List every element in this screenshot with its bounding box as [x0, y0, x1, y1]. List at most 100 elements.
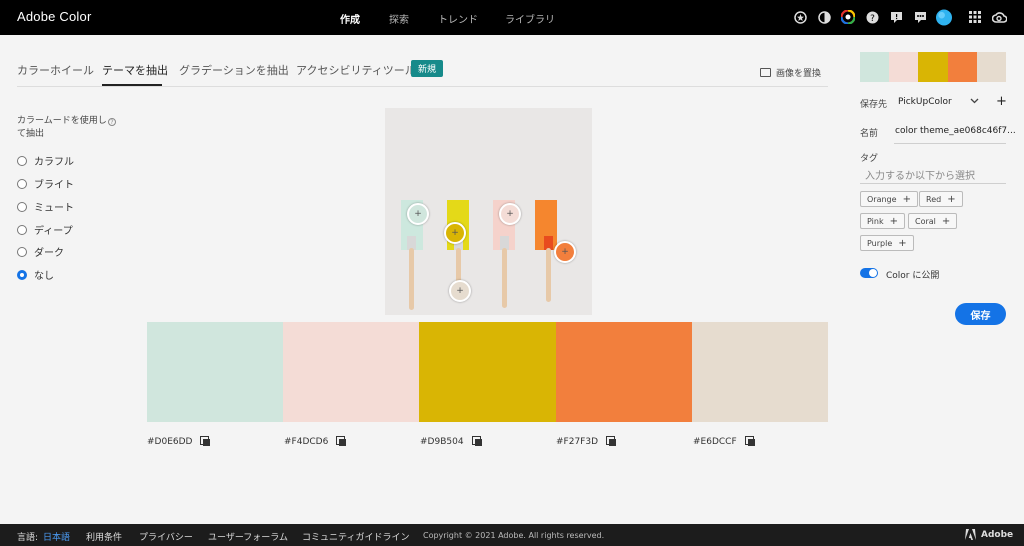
- tab-color-wheel[interactable]: カラーホイール: [17, 62, 94, 78]
- tab-extract-theme[interactable]: テーマを抽出: [102, 62, 168, 78]
- top-navigation-bar: Adobe Color 作成 探索 トレンド ライブラリ ?: [0, 0, 1024, 35]
- plus-icon: +: [902, 193, 911, 205]
- mood-option-label: なし: [34, 271, 54, 282]
- hex-value-3: #D9B504: [420, 436, 482, 447]
- tab-extract-gradient[interactable]: グラデーションを抽出: [179, 62, 289, 78]
- publish-label: Color に公開: [886, 271, 940, 281]
- apps-grid-icon[interactable]: [967, 9, 983, 25]
- name-field-underline: [894, 143, 1006, 144]
- footer-link-terms[interactable]: 利用条件: [86, 530, 122, 543]
- brush-handle: [546, 248, 551, 302]
- library-select[interactable]: PickUpColor: [898, 97, 952, 107]
- color-picker-1[interactable]: +: [407, 203, 429, 225]
- mood-none-radio[interactable]: なし: [17, 267, 54, 282]
- hex-value-2: #F4DCD6: [284, 436, 347, 447]
- swatch-5[interactable]: [691, 322, 829, 422]
- tag-chip-pink[interactable]: Pink +: [860, 213, 905, 229]
- hex-value-4: #F27F3D: [556, 436, 617, 447]
- nav-explore[interactable]: 探索: [389, 11, 409, 26]
- publish-toggle[interactable]: [860, 268, 878, 278]
- feedback-icon[interactable]: [912, 9, 928, 25]
- language-select[interactable]: 日本語: [43, 530, 70, 543]
- copy-icon[interactable]: [336, 436, 347, 446]
- mood-option-label: ミュート: [34, 203, 74, 214]
- swatch-2[interactable]: [283, 322, 420, 422]
- mood-muted-radio[interactable]: ミュート: [17, 199, 74, 214]
- color-picker-5[interactable]: +: [449, 280, 471, 302]
- color-picker-2[interactable]: +: [499, 203, 521, 225]
- preview-swatch-5: [976, 52, 1007, 82]
- hex-code[interactable]: #E6DCCF: [693, 437, 737, 447]
- tag-chip-coral[interactable]: Coral +: [908, 213, 958, 229]
- footer-link-forum[interactable]: ユーザーフォーラム: [208, 530, 288, 543]
- hex-code[interactable]: #F4DCD6: [284, 437, 328, 447]
- preview-swatch-4: [947, 52, 977, 82]
- plus-icon: +: [947, 193, 956, 205]
- nav-trends[interactable]: トレンド: [438, 11, 478, 26]
- footer: 言語: 日本語 利用条件 プライバシー ユーザーフォーラム コミュニティガイドラ…: [0, 524, 1024, 546]
- settings-icon[interactable]: [792, 9, 808, 25]
- copy-icon[interactable]: [744, 436, 755, 446]
- app-title[interactable]: Adobe Color: [17, 9, 91, 24]
- tab-accessibility-tools[interactable]: アクセシビリティツール: [296, 62, 416, 78]
- copy-icon[interactable]: [606, 436, 617, 446]
- color-picker-4[interactable]: +: [554, 241, 576, 263]
- copy-icon[interactable]: [471, 436, 482, 446]
- mood-option-label: ブライト: [34, 180, 74, 191]
- creative-cloud-icon[interactable]: [991, 9, 1007, 25]
- swatch-4[interactable]: [555, 322, 692, 422]
- image-icon: [760, 68, 771, 77]
- mood-dark-radio[interactable]: ダーク: [17, 244, 64, 259]
- add-library-button[interactable]: +: [996, 94, 1007, 109]
- hex-code[interactable]: #D0E6DD: [147, 437, 192, 447]
- replace-image-button[interactable]: 画像を置換: [760, 66, 821, 79]
- notification-icon[interactable]: [888, 9, 904, 25]
- preview-swatch-1: [860, 52, 890, 82]
- new-badge: 新規: [411, 60, 443, 77]
- language-label: 言語:: [17, 533, 39, 543]
- radio-icon: [17, 202, 27, 212]
- mood-deep-radio[interactable]: ディープ: [17, 222, 73, 237]
- mood-colorful-radio[interactable]: カラフル: [17, 153, 74, 168]
- hex-value-1: #D0E6DD: [147, 436, 211, 447]
- avatar[interactable]: [936, 9, 952, 25]
- tag-field-underline: [860, 183, 1006, 184]
- plus-icon: +: [941, 215, 951, 227]
- theme-name-input[interactable]: color theme_ae068c46f7...: [895, 126, 1016, 136]
- hex-code[interactable]: #F27F3D: [556, 437, 598, 447]
- footer-link-community-guidelines[interactable]: コミュニティガイドライン: [302, 530, 409, 543]
- source-photo[interactable]: + + + + +: [385, 108, 592, 315]
- help-icon[interactable]: ?: [108, 118, 116, 126]
- tag-label: タグ: [860, 154, 879, 164]
- swatch-1[interactable]: [147, 322, 284, 422]
- nav-library[interactable]: ライブラリ: [505, 11, 555, 26]
- plus-icon: +: [889, 215, 898, 227]
- tag-chip-purple[interactable]: Purple +: [860, 235, 914, 251]
- mood-option-label: カラフル: [34, 157, 74, 168]
- tag-chip-red[interactable]: Red +: [919, 191, 963, 207]
- tag-chip-orange[interactable]: Orange +: [860, 191, 918, 207]
- save-button[interactable]: 保存: [955, 303, 1006, 325]
- color-picker-3[interactable]: +: [444, 222, 466, 244]
- preview-swatch-3: [918, 52, 948, 82]
- replace-image-label: 画像を置換: [776, 69, 822, 79]
- theme-preview: [860, 52, 1007, 82]
- tag-input[interactable]: 入力するか以下から選択: [865, 167, 975, 182]
- color-wheel-icon[interactable]: [840, 9, 856, 25]
- color-theme-icon[interactable]: [816, 9, 832, 25]
- swatch-3[interactable]: [419, 322, 556, 422]
- radio-icon: [17, 179, 27, 189]
- adobe-brand: Adobe: [981, 530, 1014, 540]
- radio-selected-icon: [17, 270, 27, 280]
- plus-icon: +: [898, 237, 907, 249]
- mood-bright-radio[interactable]: ブライト: [17, 176, 74, 191]
- radio-icon: [17, 225, 27, 235]
- copy-icon[interactable]: [200, 436, 211, 446]
- chevron-down-icon[interactable]: [970, 97, 979, 107]
- help-icon[interactable]: ?: [864, 9, 880, 25]
- hex-code[interactable]: #D9B504: [420, 437, 464, 447]
- footer-link-privacy[interactable]: プライバシー: [139, 530, 193, 543]
- palette-swatches: [147, 322, 829, 422]
- nav-create[interactable]: 作成: [340, 11, 360, 26]
- tabs-divider: [17, 86, 828, 87]
